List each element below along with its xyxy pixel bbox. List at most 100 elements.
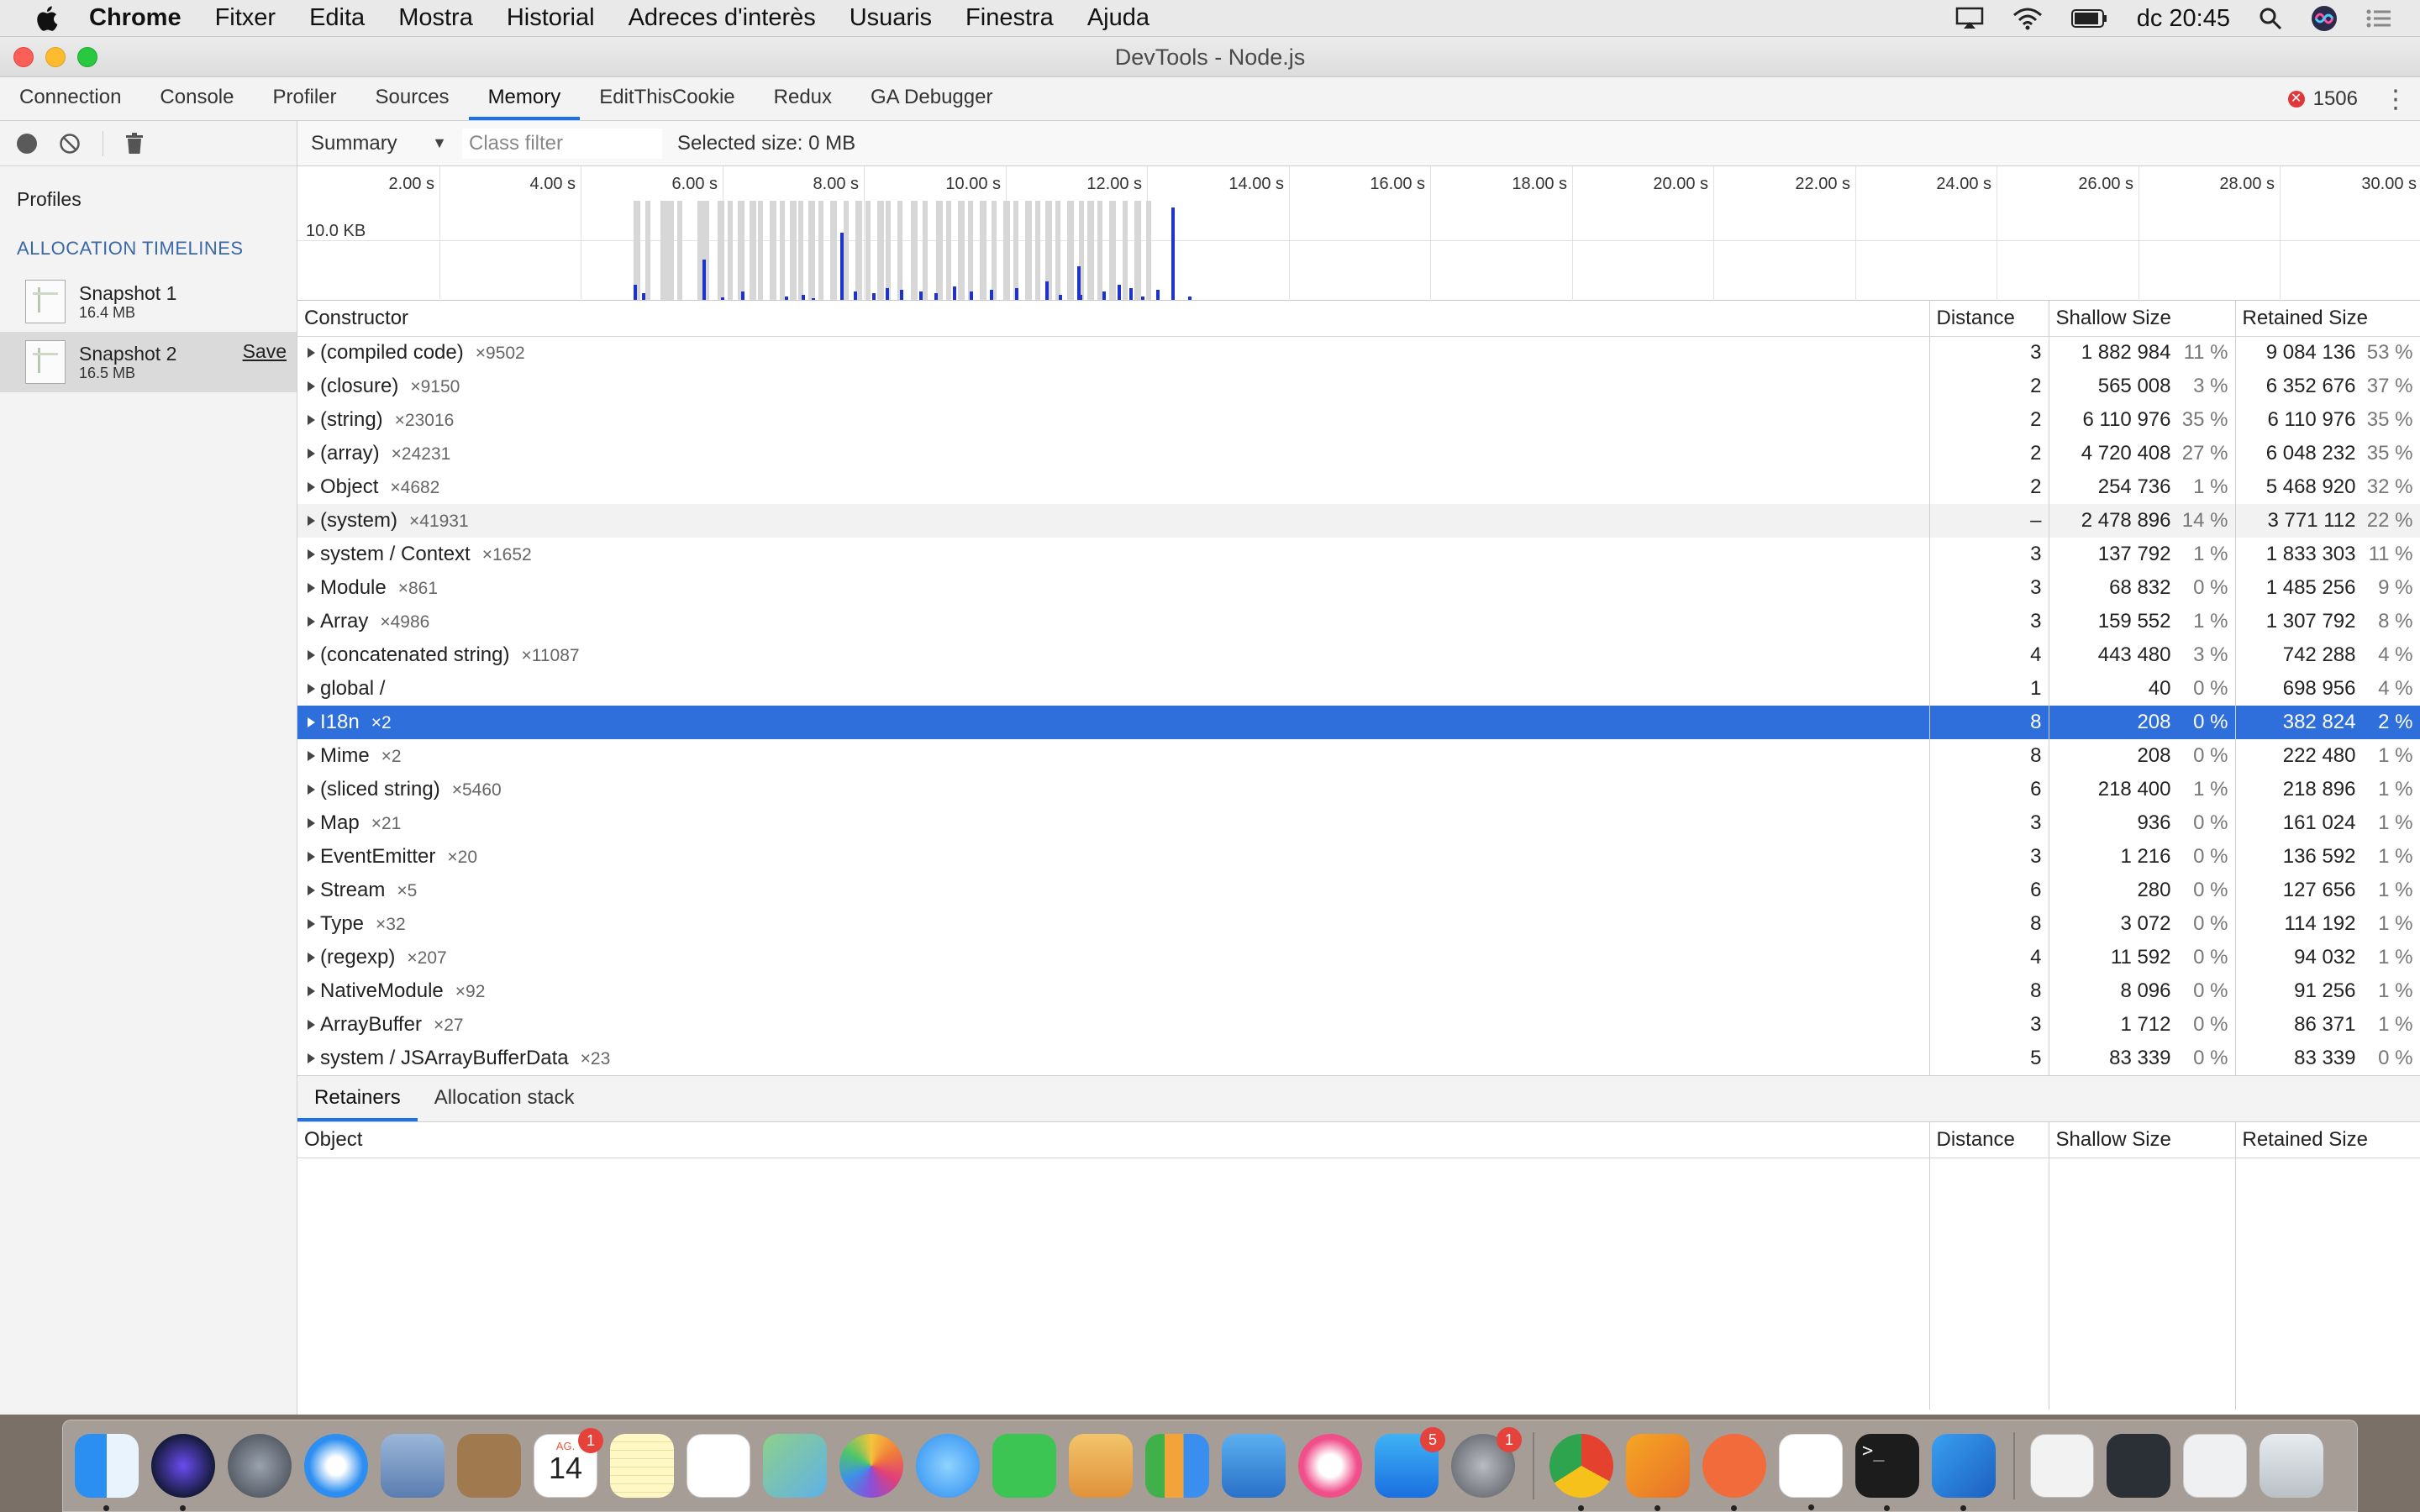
calendar-icon[interactable]: AG. 14 1 (534, 1428, 603, 1498)
menu-finestra[interactable]: Finestra (965, 4, 1054, 32)
constructor-cell[interactable]: (array) ×24231 (297, 437, 1930, 470)
error-counter[interactable]: ✕ 1506 (2287, 87, 2358, 111)
expand-triangle-icon[interactable] (308, 348, 315, 359)
record-icon[interactable] (17, 133, 37, 154)
reminders-icon[interactable] (687, 1434, 750, 1498)
constructor-cell[interactable]: global / (297, 672, 1930, 706)
expand-triangle-icon[interactable] (308, 415, 315, 425)
col-retained-size[interactable]: Retained Size (2235, 301, 2420, 337)
table-row[interactable]: (regexp) ×207 4 11 592 0 % 94 032 1 % (297, 941, 2420, 974)
col-shallow-size[interactable]: Shallow Size (2049, 1122, 2236, 1158)
expand-triangle-icon[interactable] (308, 449, 315, 459)
facetime-icon[interactable] (992, 1434, 1056, 1498)
constructor-cell[interactable]: Map ×21 (297, 806, 1930, 840)
notification-center-icon[interactable] (2366, 8, 2391, 29)
table-row[interactable]: system / Context ×1652 3 137 792 1 % 1 833 30… (297, 538, 2420, 571)
vscode-icon[interactable] (1932, 1434, 1996, 1511)
constructor-cell[interactable]: system / Context ×1652 (297, 538, 1930, 571)
more-options-icon[interactable]: ⋮ (2383, 85, 2408, 114)
expand-triangle-icon[interactable] (308, 852, 315, 862)
col-constructor[interactable]: Constructor (297, 301, 1930, 337)
constructor-cell[interactable]: (system) ×41931 (297, 504, 1930, 538)
constructor-cell[interactable]: Stream ×5 (297, 874, 1930, 907)
menu-usuaris[interactable]: Usuaris (850, 4, 932, 32)
snapshot-item-2[interactable]: Snapshot 2 16.5 MB Save (0, 332, 297, 392)
siri-icon[interactable] (2311, 5, 2338, 32)
tab-sources[interactable]: Sources (356, 76, 469, 120)
table-row[interactable]: global / 1 40 0 % 698 956 4 % (297, 672, 2420, 706)
mail-bird-icon[interactable] (381, 1434, 445, 1498)
snapshot-item-1[interactable]: Snapshot 1 16.4 MB (0, 271, 297, 332)
constructor-cell[interactable]: (regexp) ×207 (297, 941, 1930, 974)
expand-triangle-icon[interactable] (308, 583, 315, 593)
expand-triangle-icon[interactable] (308, 482, 315, 492)
downloads-stack-icon[interactable] (2183, 1434, 2247, 1498)
col-shallow-size[interactable]: Shallow Size (2049, 301, 2236, 337)
expand-triangle-icon[interactable] (308, 516, 315, 526)
numbers-icon[interactable] (1145, 1434, 1209, 1498)
constructor-cell[interactable]: Array ×4986 (297, 605, 1930, 638)
trash-bin-icon[interactable] (2260, 1434, 2323, 1498)
battery-icon[interactable] (2070, 8, 2108, 29)
launchpad-icon[interactable] (228, 1434, 292, 1498)
tab-profiler[interactable]: Profiler (253, 76, 355, 120)
spotlight-search-icon[interactable] (2259, 7, 2282, 30)
col-distance[interactable]: Distance (1929, 301, 2049, 337)
expand-triangle-icon[interactable] (308, 818, 315, 828)
tab-redux[interactable]: Redux (755, 76, 851, 120)
table-row[interactable]: Module ×861 3 68 832 0 % 1 485 256 9 % (297, 571, 2420, 605)
table-row[interactable]: Stream ×5 6 280 0 % 127 656 1 % (297, 874, 2420, 907)
expand-triangle-icon[interactable] (308, 986, 315, 996)
table-row[interactable]: (array) ×24231 2 4 720 408 27 % 6 048 232 35 % (297, 437, 2420, 470)
recent-window-icon[interactable] (2107, 1434, 2170, 1498)
messages-icon[interactable] (916, 1434, 980, 1498)
expand-triangle-icon[interactable] (308, 381, 315, 391)
constructor-cell[interactable]: I18n ×2 (297, 706, 1930, 739)
tab-memory[interactable]: Memory (468, 76, 581, 120)
table-row[interactable]: (concatenated string) ×11087 4 443 480 3 % 74… (297, 638, 2420, 672)
music-icon[interactable] (1298, 1434, 1362, 1498)
menu-app-name[interactable]: Chrome (89, 4, 182, 32)
table-row[interactable]: (compiled code) ×9502 3 1 882 984 11 % 9 084 … (297, 336, 2420, 370)
notes-icon[interactable] (610, 1434, 674, 1498)
slack-icon[interactable] (1779, 1434, 1843, 1510)
close-window-button[interactable] (13, 47, 34, 67)
table-row[interactable]: (closure) ×9150 2 565 008 3 % 6 352 676 37 % (297, 370, 2420, 403)
expand-triangle-icon[interactable] (308, 1020, 315, 1030)
expand-triangle-icon[interactable] (308, 953, 315, 963)
keynote-icon[interactable] (1222, 1434, 1286, 1498)
tab-retainers[interactable]: Retainers (297, 1076, 418, 1121)
expand-triangle-icon[interactable] (308, 1053, 315, 1063)
table-row[interactable]: ArrayBuffer ×27 3 1 712 0 % 86 371 1 % (297, 1008, 2420, 1042)
constructor-cell[interactable]: (closure) ×9150 (297, 370, 1930, 403)
expand-triangle-icon[interactable] (308, 885, 315, 895)
maps-icon[interactable] (763, 1434, 827, 1498)
tab-console[interactable]: Console (140, 76, 253, 120)
constructor-cell[interactable]: system / JSArrayBufferData ×23 (297, 1042, 1930, 1075)
table-row[interactable]: Map ×21 3 936 0 % 161 024 1 % (297, 806, 2420, 840)
expand-triangle-icon[interactable] (308, 684, 315, 694)
tab-ga-debugger[interactable]: GA Debugger (851, 76, 1012, 120)
minimize-window-button[interactable] (45, 47, 66, 67)
constructor-cell[interactable]: Mime ×2 (297, 739, 1930, 773)
constructor-cell[interactable]: Type ×32 (297, 907, 1930, 941)
terminal-icon[interactable]: >_ (1855, 1434, 1919, 1511)
apple-icon[interactable] (34, 5, 59, 32)
photos-icon[interactable] (839, 1434, 903, 1498)
tab-editthiscookie[interactable]: EditThisCookie (580, 76, 754, 120)
constructor-cell[interactable]: NativeModule ×92 (297, 974, 1930, 1008)
table-row[interactable]: system / JSArrayBufferData ×23 5 83 339 0 % 8… (297, 1042, 2420, 1075)
system-preferences-icon[interactable]: 1 (1451, 1427, 1522, 1498)
table-row[interactable]: (system) ×41931 – 2 478 896 14 % 3 771 112 22 … (297, 504, 2420, 538)
constructor-cell[interactable]: (compiled code) ×9502 (297, 336, 1930, 370)
expand-triangle-icon[interactable] (308, 650, 315, 660)
menu-mostra[interactable]: Mostra (398, 4, 473, 32)
col-distance[interactable]: Distance (1929, 1122, 2049, 1158)
constructor-cell[interactable]: Module ×861 (297, 571, 1930, 605)
safari-icon[interactable] (304, 1434, 368, 1498)
zoom-window-button[interactable] (77, 47, 97, 67)
clock[interactable]: dc 20:45 (2137, 5, 2230, 33)
menu-ajuda[interactable]: Ajuda (1087, 4, 1150, 32)
constructor-cell[interactable]: (concatenated string) ×11087 (297, 638, 1930, 672)
table-row[interactable]: (sliced string) ×5460 6 218 400 1 % 218 896 1 … (297, 773, 2420, 806)
